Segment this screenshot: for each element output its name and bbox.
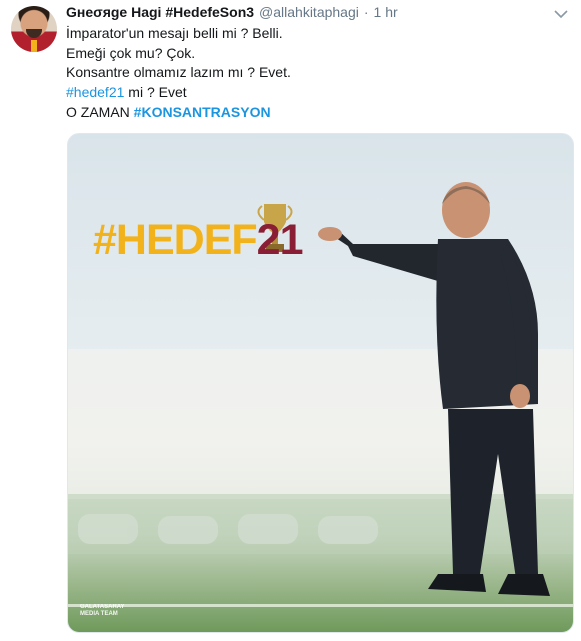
tweet-line: Emeği çok mu? Çok.	[66, 44, 196, 61]
hashtag-overlay: #HEDEF21	[93, 216, 303, 265]
avatar-collar	[31, 40, 37, 52]
overlay-hash: #HEDEF	[93, 216, 258, 264]
logo-text: MEDIA TEAM	[80, 611, 118, 617]
author-handle[interactable]: @allahkitaphagi	[259, 4, 359, 20]
logo-text: GALATASARAY	[80, 604, 125, 610]
tweet-line: #hedef21 mi ? Evet	[66, 83, 566, 103]
tweet-line: O ZAMAN #KONSANTRASYON	[66, 103, 566, 123]
overlay-number: 21	[256, 216, 304, 264]
media-team-logo: GALATASARAY MEDIA TEAM	[80, 604, 125, 618]
author-name[interactable]: Gнeσяge Hagi #HedefeSon3	[66, 4, 254, 20]
tweet-header: Gнeσяge Hagi #HedefeSon3 @allahkitaphagi…	[66, 4, 398, 22]
tweet-line: İmparator'un mesajı belli mi ? Belli.	[66, 25, 283, 41]
separator-dot: ·	[363, 4, 369, 20]
tweet-text: İmparator'un mesajı belli mi ? Belli. Em…	[66, 24, 566, 123]
tweet: Gнeσяge Hagi #HedefeSon3 @allahkitaphagi…	[0, 0, 581, 641]
tweet-line-text: O ZAMAN	[66, 103, 134, 120]
media-scene	[68, 182, 573, 607]
hashtag-link[interactable]: #hedef21	[66, 84, 124, 100]
tweet-line: Konsantre olmamız lazım mı ? Evet.	[66, 64, 291, 81]
hashtag-link[interactable]: #KONSANTRASYON	[134, 104, 271, 120]
avatar-beard	[26, 29, 42, 38]
timestamp[interactable]: 1 hr	[374, 4, 398, 20]
avatar[interactable]	[11, 6, 57, 52]
tweet-media-image[interactable]: #HEDEF21 GALATASARAY MEDIA TEAM	[67, 133, 574, 633]
tweet-line-text: mi ? Evet	[124, 84, 187, 101]
chevron-down-icon[interactable]	[553, 8, 569, 20]
